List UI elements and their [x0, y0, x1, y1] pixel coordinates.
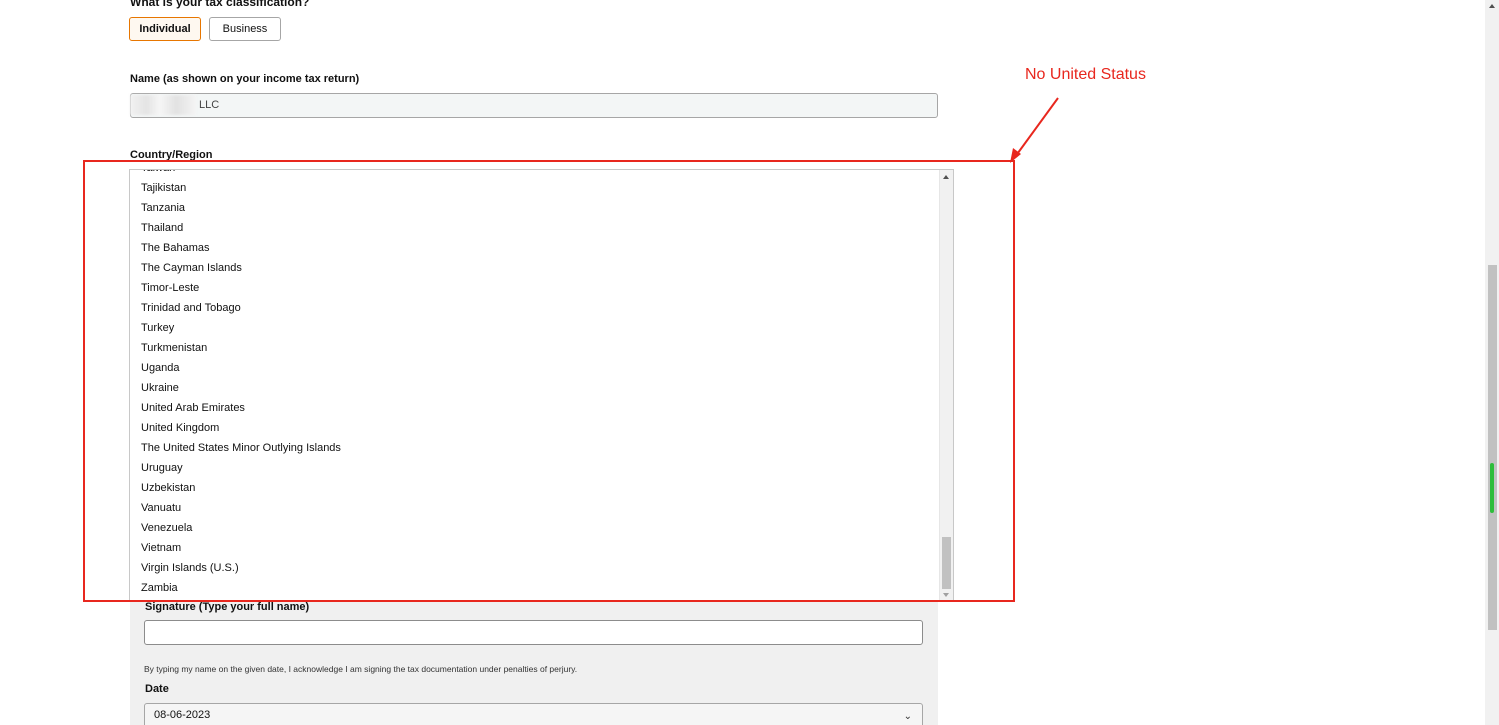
country-option[interactable]: United Kingdom	[130, 418, 938, 438]
country-option[interactable]: Uzbekistan	[130, 478, 938, 498]
signature-label: Signature (Type your full name)	[145, 601, 310, 613]
page-scrollbar[interactable]	[1485, 0, 1499, 725]
country-option[interactable]: Taiwan	[130, 170, 938, 178]
country-option[interactable]: Venezuela	[130, 518, 938, 538]
chevron-down-icon: ⌄	[903, 711, 912, 722]
scroll-down-icon[interactable]	[943, 593, 949, 597]
country-option[interactable]: Timor-Leste	[130, 278, 938, 298]
country-region-label: Country/Region	[130, 149, 213, 161]
date-value: 08-06-2023	[154, 709, 211, 721]
redacted-name-blur	[130, 95, 196, 115]
country-option[interactable]: United Arab Emirates	[130, 398, 938, 418]
tax-classification-label: What is your tax classification?	[130, 0, 310, 9]
country-option[interactable]: Vanuatu	[130, 498, 938, 518]
country-option[interactable]: Trinidad and Tobago	[130, 298, 938, 318]
page-scroll-up-icon[interactable]	[1489, 4, 1495, 8]
country-option[interactable]: Turkmenistan	[130, 338, 938, 358]
annotation-text: No United Status	[1025, 66, 1146, 83]
name-input[interactable]: LLC	[130, 93, 938, 118]
acknowledgement-text: By typing my name on the given date, I a…	[144, 664, 578, 674]
country-option[interactable]: Tanzania	[130, 198, 938, 218]
page-scroll-marker	[1490, 463, 1494, 513]
country-option[interactable]: Uganda	[130, 358, 938, 378]
name-label: Name (as shown on your income tax return…	[130, 73, 360, 85]
country-option[interactable]: The United States Minor Outlying Islands	[130, 438, 938, 458]
page-scroll-thumb[interactable]	[1488, 265, 1497, 630]
country-option[interactable]: The Cayman Islands	[130, 258, 938, 278]
country-option[interactable]: Zambia	[130, 578, 938, 598]
country-option[interactable]: Ukraine	[130, 378, 938, 398]
name-value: LLC	[199, 99, 220, 111]
country-option[interactable]: Turkey	[130, 318, 938, 338]
date-select[interactable]: 08-06-2023 ⌄	[144, 703, 923, 725]
tax-form-page: What is your tax classification? Individ…	[0, 0, 1499, 725]
country-option[interactable]: Vietnam	[130, 538, 938, 558]
country-option[interactable]: Uruguay	[130, 458, 938, 478]
country-option[interactable]: Virgin Islands (U.S.)	[130, 558, 938, 578]
country-options: TaiwanTajikistanTanzaniaThailandThe Baha…	[130, 170, 938, 598]
signature-input[interactable]	[144, 620, 923, 645]
date-label: Date	[145, 683, 169, 695]
country-option[interactable]: Thailand	[130, 218, 938, 238]
country-dropdown-list[interactable]: TaiwanTajikistanTanzaniaThailandThe Baha…	[129, 169, 954, 602]
business-button[interactable]: Business	[209, 17, 281, 41]
dropdown-scroll-thumb[interactable]	[942, 537, 951, 589]
country-option[interactable]: The Bahamas	[130, 238, 938, 258]
dropdown-scrollbar[interactable]	[939, 170, 953, 601]
country-option[interactable]: Tajikistan	[130, 178, 938, 198]
scroll-up-icon[interactable]	[943, 175, 949, 179]
individual-button[interactable]: Individual	[129, 17, 201, 41]
